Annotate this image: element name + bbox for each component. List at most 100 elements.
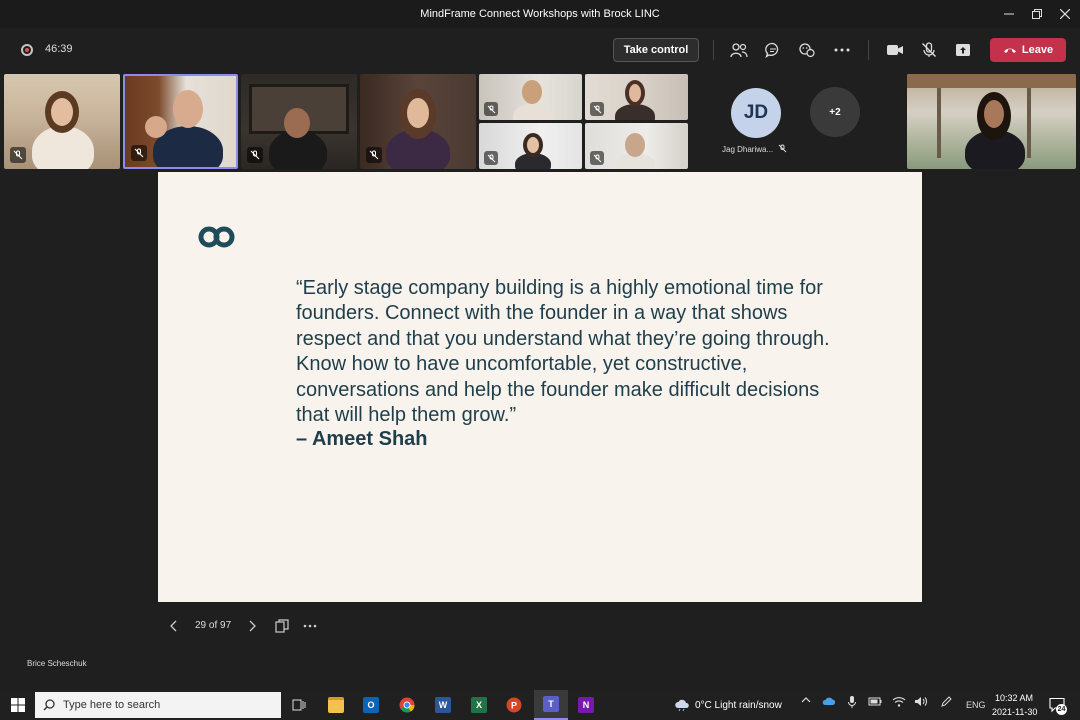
camera-icon <box>887 45 903 55</box>
participant-video[interactable] <box>360 74 476 169</box>
show-hidden-icons-button[interactable] <box>801 696 811 706</box>
powerpoint-button[interactable]: P <box>501 693 527 717</box>
cloud-rain-icon <box>675 699 689 711</box>
onenote-icon: N <box>578 697 594 713</box>
mic-muted-icon <box>10 147 26 163</box>
more-participants-button[interactable]: +2 <box>810 87 860 137</box>
chrome-button[interactable] <box>394 693 420 717</box>
mic-muted-icon <box>590 102 604 116</box>
pen-icon[interactable] <box>940 696 952 710</box>
close-icon <box>1060 9 1070 19</box>
meeting-timer: 46:39 <box>45 43 73 55</box>
maximize-button[interactable] <box>1022 0 1052 28</box>
mic-button[interactable] <box>918 39 940 61</box>
previous-slide-button[interactable] <box>161 612 185 640</box>
search-placeholder: Type here to search <box>63 699 161 711</box>
chat-button[interactable] <box>762 39 784 61</box>
recording-icon <box>21 44 33 56</box>
mic-off-icon <box>922 42 936 57</box>
participant-video[interactable] <box>479 74 582 120</box>
leave-button[interactable]: Leave <box>990 38 1066 62</box>
next-slide-button[interactable] <box>241 612 265 640</box>
mic-muted-icon <box>484 102 498 116</box>
outlook-button[interactable]: O <box>358 693 384 717</box>
participant-video[interactable] <box>907 74 1076 169</box>
mic-muted-icon <box>779 144 787 153</box>
start-button[interactable] <box>5 693 31 717</box>
notification-center-button[interactable]: 24 <box>1049 697 1067 715</box>
participants-button[interactable] <box>728 39 750 61</box>
presenter-name: Brice Scheschuk <box>27 659 87 668</box>
language-indicator[interactable]: ENG <box>966 700 986 710</box>
share-button[interactable] <box>952 39 974 61</box>
task-view-button[interactable] <box>286 693 312 717</box>
onenote-button[interactable]: N <box>573 693 599 717</box>
toolbar-divider <box>868 40 869 60</box>
logo-icon <box>198 226 235 248</box>
excel-button[interactable]: X <box>466 693 492 717</box>
share-screen-icon <box>956 44 970 56</box>
windows-taskbar: Type here to search O W X P T N 0°C Ligh… <box>0 690 1080 720</box>
participant-video[interactable] <box>479 123 582 169</box>
title-bar: MindFrame Connect Workshops with Brock L… <box>0 0 1080 28</box>
battery-icon[interactable] <box>868 696 882 708</box>
file-explorer-button[interactable] <box>323 693 349 717</box>
minimize-button[interactable] <box>994 0 1024 28</box>
windows-icon <box>11 698 25 712</box>
slide-more-options-button[interactable] <box>298 612 322 640</box>
participant-name-label: Jag Dhariwa... <box>722 145 774 154</box>
teams-button[interactable]: T <box>534 690 568 720</box>
teams-icon: T <box>543 696 559 712</box>
clock-date[interactable]: 2021-11-30 <box>992 707 1037 717</box>
chevron-right-icon <box>249 620 256 632</box>
tray-mic-icon[interactable] <box>847 695 857 711</box>
window-title: MindFrame Connect Workshops with Brock L… <box>420 8 660 20</box>
participant-avatar[interactable]: JD <box>731 88 781 138</box>
weather-text: 0°C Light rain/snow <box>695 699 782 711</box>
participant-video[interactable] <box>4 74 120 169</box>
close-button[interactable] <box>1050 0 1080 28</box>
active-speaker-video[interactable] <box>123 74 238 169</box>
notification-count: 24 <box>1056 704 1067 715</box>
mic-muted-icon <box>131 145 147 161</box>
slide-quote: “Early stage company building is a highl… <box>296 277 830 427</box>
people-icon <box>730 43 748 58</box>
clock-time[interactable]: 10:32 AM <box>995 693 1033 703</box>
search-icon <box>43 699 55 711</box>
more-icon <box>303 624 317 628</box>
reactions-icon <box>799 43 815 58</box>
onedrive-icon[interactable] <box>822 696 836 708</box>
leave-label: Leave <box>1021 44 1054 56</box>
meeting-toolbar: 46:39 Take control Leave <box>0 28 1080 72</box>
toolbar-divider <box>713 40 714 60</box>
slide-overview-button[interactable] <box>270 612 294 640</box>
weather-widget[interactable]: 0°C Light rain/snow <box>674 699 782 711</box>
chevron-left-icon <box>170 620 177 632</box>
camera-button[interactable] <box>884 39 906 61</box>
phone-hangup-icon <box>1003 48 1016 53</box>
mic-muted-icon <box>484 151 498 165</box>
wifi-icon[interactable] <box>892 696 906 709</box>
mic-muted-icon <box>247 147 263 163</box>
reactions-button[interactable] <box>796 39 818 61</box>
slides-grid-icon <box>275 619 289 633</box>
volume-icon[interactable] <box>914 696 928 709</box>
outlook-icon: O <box>363 697 379 713</box>
more-icon <box>834 48 850 52</box>
task-view-icon <box>292 699 306 711</box>
more-actions-button[interactable] <box>831 39 853 61</box>
restore-icon <box>1032 9 1042 19</box>
participant-video[interactable] <box>241 74 357 169</box>
excel-icon: X <box>471 697 487 713</box>
participant-name: Jag Dhariwa... <box>722 144 787 154</box>
slide-counter: 29 of 97 <box>195 620 232 631</box>
svg-text:P: P <box>511 701 517 711</box>
participant-video[interactable] <box>585 123 688 169</box>
taskbar-search[interactable]: Type here to search <box>35 692 281 718</box>
take-control-button[interactable]: Take control <box>613 38 699 62</box>
minimize-icon <box>1004 13 1014 15</box>
word-button[interactable]: W <box>430 693 456 717</box>
chrome-icon <box>399 697 415 713</box>
chevron-up-icon <box>801 697 811 703</box>
participant-video[interactable] <box>585 74 688 120</box>
